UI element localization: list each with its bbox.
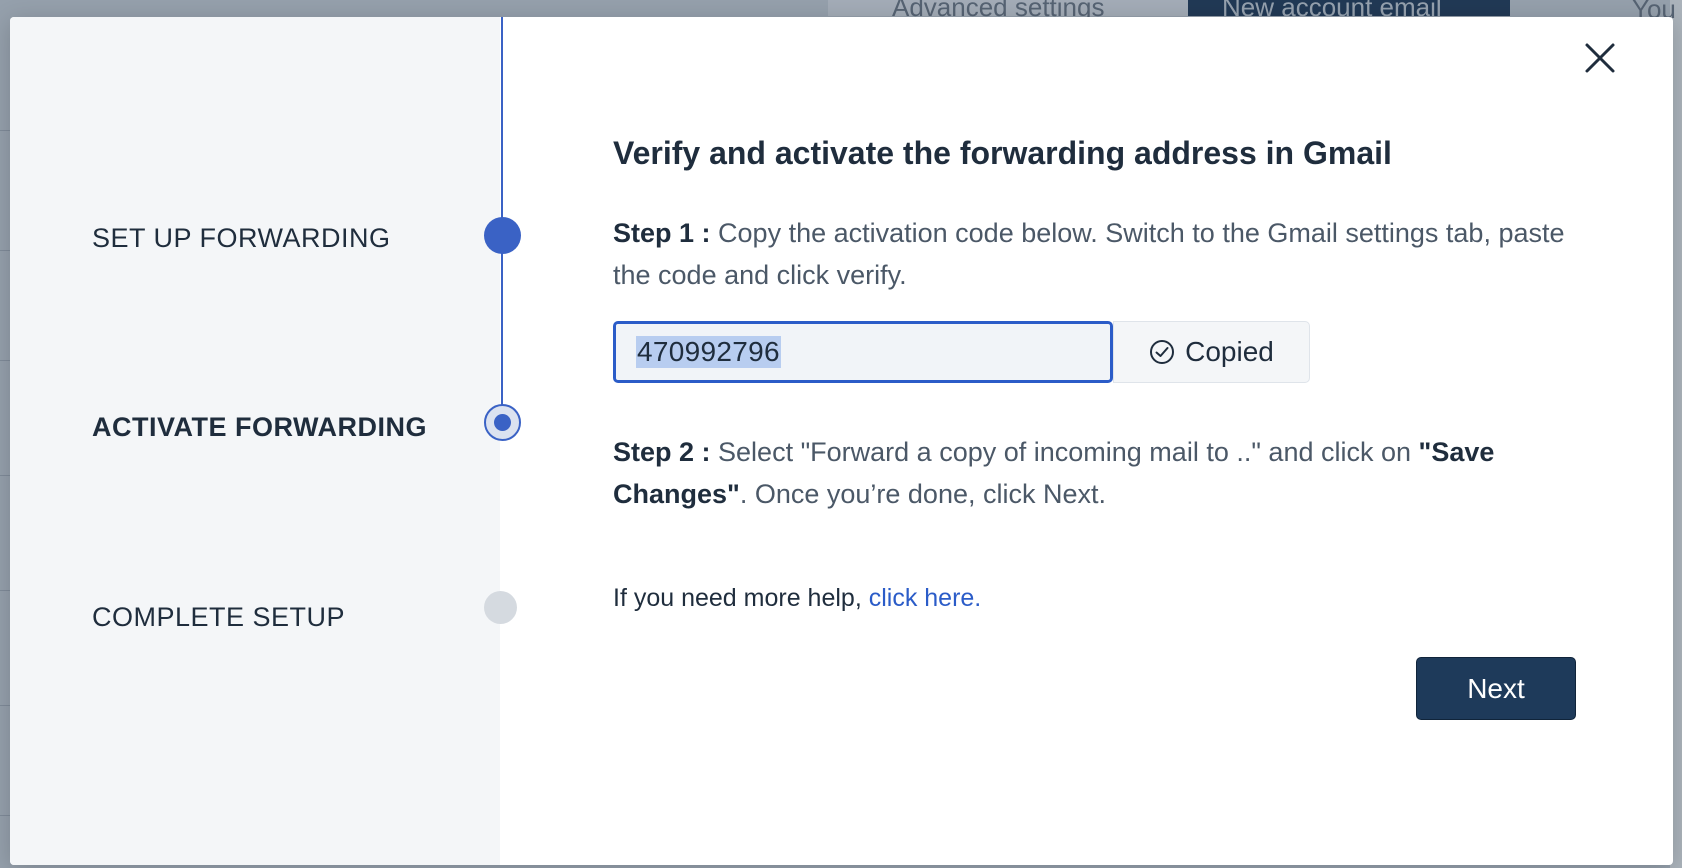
help-link[interactable]: click here. [869, 584, 982, 612]
copy-code-button[interactable]: Copied [1113, 321, 1310, 383]
forwarding-setup-modal: SET UP FORWARDING ACTIVATE FORWARDING CO… [10, 17, 1673, 865]
step1-prefix: Step 1 : [613, 218, 711, 248]
step1-instructions: Step 1 : Copy the activation code below.… [613, 212, 1573, 296]
modal-title: Verify and activate the forwarding addre… [613, 135, 1392, 171]
activation-code-field[interactable]: 470992796 [613, 321, 1113, 383]
step-label-activate-forwarding: ACTIVATE FORWARDING [92, 412, 427, 442]
copy-button-label: Copied [1185, 336, 1274, 367]
help-text: If you need more help, click here. [613, 584, 981, 613]
stepper-panel: SET UP FORWARDING ACTIVATE FORWARDING CO… [10, 17, 521, 865]
step-label-set-up-forwarding: SET UP FORWARDING [92, 223, 391, 253]
step-completed-indicator [484, 217, 521, 254]
help-prefix: If you need more help, [613, 584, 869, 612]
close-button[interactable] [1580, 38, 1620, 78]
step-active-indicator [484, 404, 521, 441]
step-label-complete-setup: COMPLETE SETUP [92, 602, 346, 632]
next-button[interactable]: Next [1416, 657, 1576, 720]
activation-code-value: 470992796 [636, 336, 781, 368]
check-circle-icon [1150, 340, 1175, 364]
step1-text: Copy the activation code below. Switch t… [613, 218, 1565, 290]
modal-content: Verify and activate the forwarding addre… [613, 17, 1583, 865]
close-icon [1585, 43, 1615, 73]
step-pending-indicator [484, 591, 517, 624]
step2-text-after: . Once you’re done, click Next. [739, 479, 1106, 509]
step2-text-before: Select "Forward a copy of incoming mail … [710, 437, 1419, 467]
step2-instructions: Step 2 : Select "Forward a copy of incom… [613, 431, 1573, 515]
step2-prefix: Step 2 : [613, 437, 711, 467]
